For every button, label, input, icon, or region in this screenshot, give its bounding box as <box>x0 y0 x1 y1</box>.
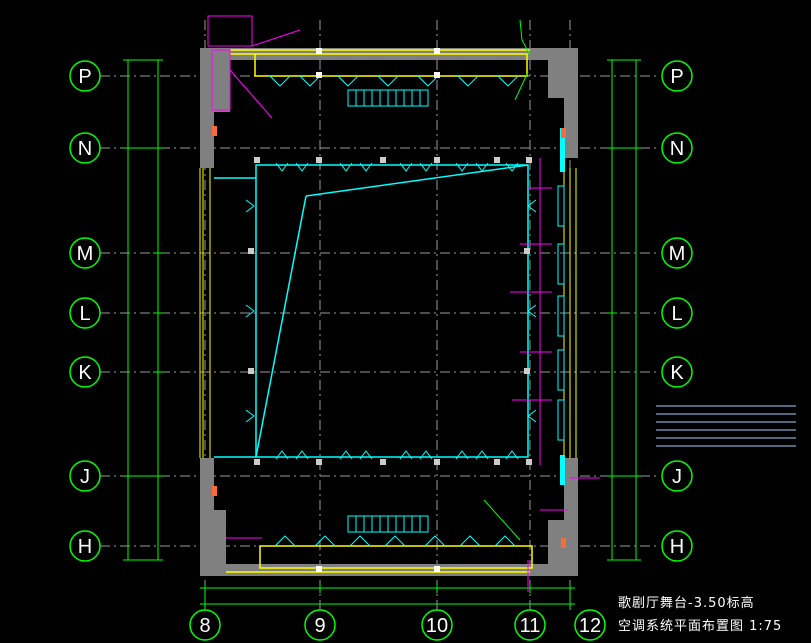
bottom-diffusers <box>274 535 516 547</box>
grid-bubble-right-N: N <box>670 138 684 160</box>
grid-bubble-right-L: L <box>671 303 682 325</box>
grid-bubble-left-J: J <box>80 466 90 488</box>
top-grille <box>347 89 429 107</box>
grid-bubble-left-M: M <box>77 243 94 265</box>
stage-diffusers <box>245 162 537 460</box>
grid-bubble-left-L: L <box>79 303 90 325</box>
top-duct <box>230 49 530 77</box>
grid-bubble-right-K: K <box>670 362 684 384</box>
stage-posts <box>248 157 532 465</box>
grid-bubble-left-K: K <box>78 362 92 384</box>
bottom-duct <box>226 545 533 573</box>
grid-bubble-right-H: H <box>670 536 684 558</box>
grid-bubble-right-P: P <box>670 66 683 88</box>
top-diffusers <box>269 75 519 87</box>
grid-bubble-left-H: H <box>78 536 92 558</box>
stage-area <box>214 164 529 458</box>
bottom-grille <box>347 515 429 533</box>
grid-bubble-left-P: P <box>78 66 91 88</box>
drawing-title-line1: 歌剧厅舞台-3.50标高 <box>618 596 755 611</box>
grid-bubble-col-12: 12 <box>579 615 601 637</box>
grid-bubble-col-10: 10 <box>426 615 448 637</box>
legend-lines <box>656 405 796 447</box>
grid-bubble-right-M: M <box>669 243 686 265</box>
grid-bubble-right-J: J <box>672 466 682 488</box>
grid-bubble-col-8: 8 <box>199 615 210 637</box>
grid-bubble-col-11: 11 <box>520 615 541 637</box>
grid-bubble-col-9: 9 <box>314 615 325 637</box>
floor-plan-drawing: P N M L K J H P N M L K J H 8 9 10 11 12 <box>69 15 796 641</box>
grid-bubble-left-N: N <box>78 138 92 160</box>
drawing-title-line2: 空调系统平面布置图 1:75 <box>618 619 783 634</box>
door-markers <box>212 126 566 548</box>
leader-lines <box>483 19 531 541</box>
